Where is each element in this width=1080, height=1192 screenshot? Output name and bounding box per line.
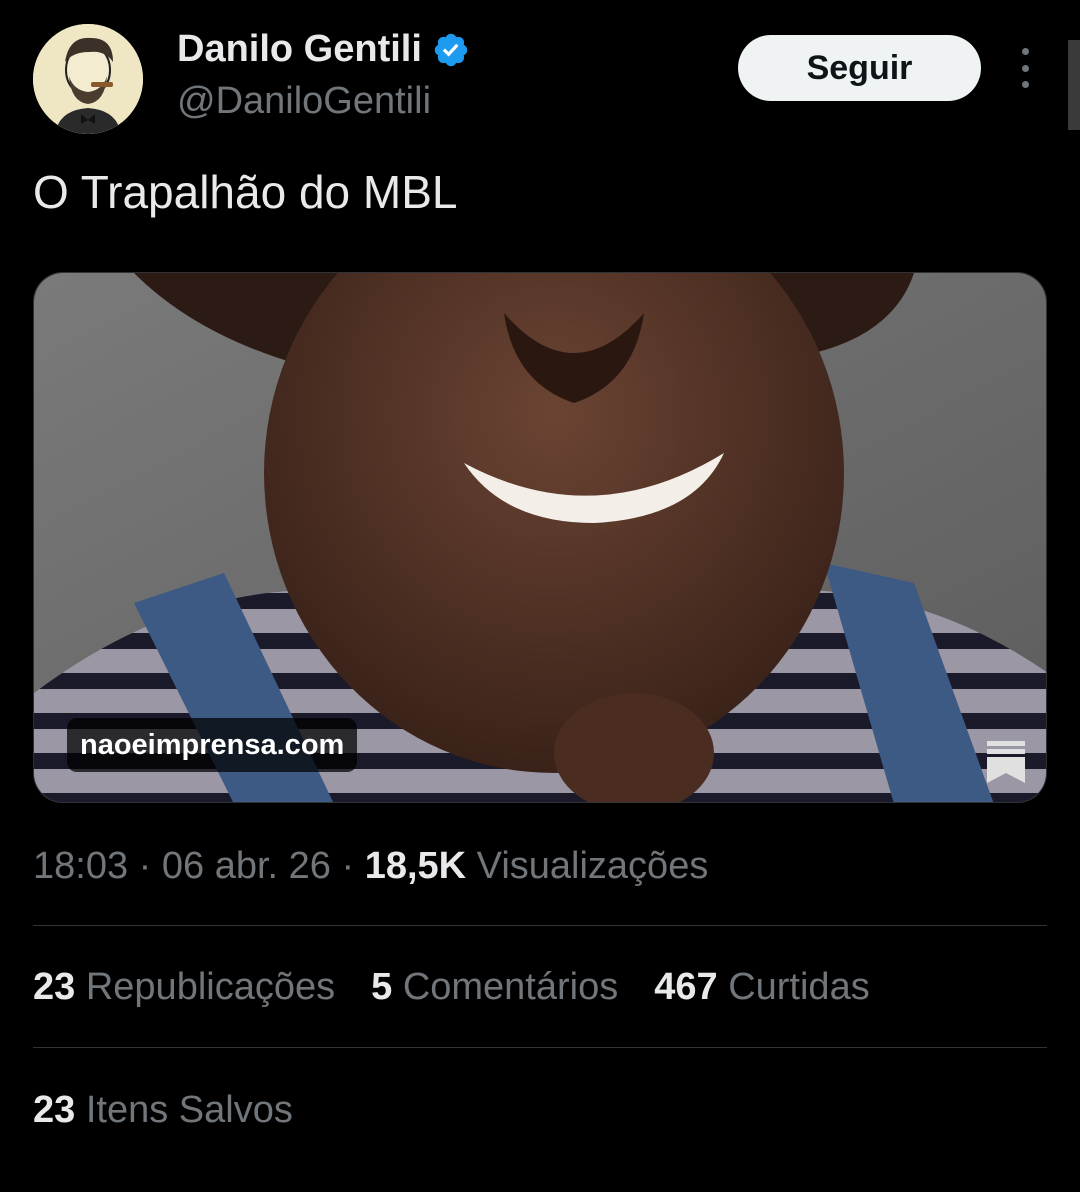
- likes-label: Curtidas: [728, 966, 870, 1008]
- tweet-meta: 18:03 · 06 abr. 26 · 18,5K Visualizações: [33, 845, 708, 888]
- views-label: Visualizações: [476, 845, 709, 887]
- saved-stat[interactable]: 23 Itens Salvos: [33, 1089, 293, 1132]
- views-count: 18,5K: [364, 845, 467, 887]
- likes-count: 467: [654, 966, 718, 1008]
- avatar-illustration: [33, 24, 143, 134]
- saved-label: Itens Salvos: [85, 1089, 293, 1131]
- saved-count: 23: [33, 1089, 76, 1131]
- tweet-text: O Trapalhão do MBL: [33, 166, 458, 218]
- author-name-row[interactable]: Danilo Gentili: [177, 28, 470, 71]
- verified-badge-icon: [434, 33, 468, 66]
- bookmark-icon[interactable]: [984, 739, 1028, 785]
- reposts-count: 23: [33, 966, 76, 1008]
- comments-label: Comentários: [402, 966, 619, 1008]
- more-vertical-icon[interactable]: [1011, 48, 1039, 88]
- meta-separator: ·: [138, 845, 152, 887]
- meta-separator: ·: [341, 845, 355, 887]
- tweet-time[interactable]: 18:03: [33, 845, 128, 887]
- likes-stat[interactable]: 467 Curtidas: [654, 966, 869, 1009]
- divider: [33, 925, 1047, 926]
- avatar[interactable]: [33, 24, 143, 134]
- divider: [33, 1047, 1047, 1048]
- engagement-stats: 23 Republicações 5 Comentários 467 Curti…: [33, 966, 870, 1009]
- follow-button[interactable]: Seguir: [738, 35, 981, 101]
- comments-count: 5: [371, 966, 393, 1008]
- scrollbar-thumb[interactable]: [1068, 40, 1080, 130]
- tweet-date[interactable]: 06 abr. 26: [162, 845, 331, 887]
- author-handle[interactable]: @DaniloGentili: [177, 80, 431, 123]
- reposts-label: Republicações: [85, 966, 336, 1008]
- comments-stat[interactable]: 5 Comentários: [371, 966, 618, 1009]
- author-name[interactable]: Danilo Gentili: [177, 28, 422, 71]
- reposts-stat[interactable]: 23 Republicações: [33, 966, 335, 1009]
- link-domain-badge[interactable]: naoeimprensa.com: [67, 718, 358, 772]
- link-card-image[interactable]: naoeimprensa.com: [33, 272, 1047, 803]
